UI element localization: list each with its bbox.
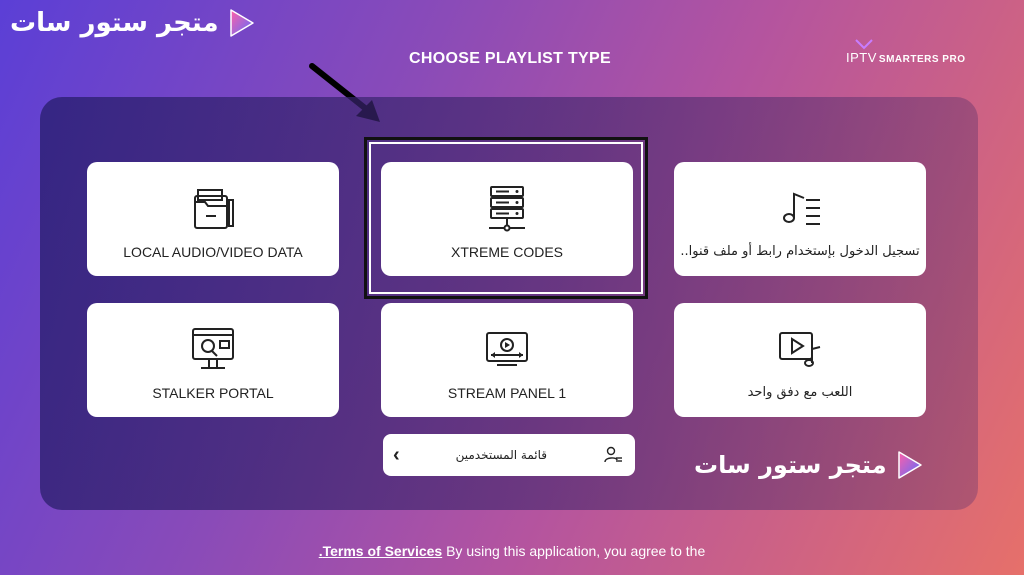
card-single-stream[interactable]: اللعب مع دفق واحد	[674, 303, 926, 417]
card-label: تسجيل الدخول بإستخدام رابط أو ملف قنوا..	[680, 244, 920, 259]
footer-agreement: By using this application, you agree to …	[446, 543, 706, 559]
footer-text: .Terms of Services By using this applica…	[0, 543, 1024, 559]
tv-play-icon	[486, 332, 528, 366]
user-list-icon	[604, 446, 622, 463]
card-login-url-file[interactable]: تسجيل الدخول بإستخدام رابط أو ملف قنوا..	[674, 162, 926, 276]
card-stalker-portal[interactable]: STALKER PORTAL	[87, 303, 339, 417]
chevron-left-icon: ‹	[393, 443, 400, 466]
users-list-button[interactable]: ‹ قائمة المستخدمين	[383, 434, 635, 476]
card-xtreme-codes[interactable]: XTREME CODES	[381, 162, 633, 276]
folder-icon	[194, 189, 234, 229]
server-icon	[489, 186, 525, 232]
video-music-icon	[779, 332, 821, 367]
brand-logo: متجر ستور سات	[10, 8, 255, 38]
card-label: STREAM PANEL 1	[447, 385, 567, 401]
users-list-label: قائمة المستخدمين	[455, 448, 548, 462]
terms-link[interactable]: .Terms of Services	[319, 543, 442, 559]
card-label: STALKER PORTAL	[152, 385, 274, 401]
iptv-smarters-logo: IPTV SMARTERS PRO	[846, 39, 966, 74]
card-local-audio-video[interactable]: LOCAL AUDIO/VIDEO DATA	[87, 162, 339, 276]
brand-text: متجر ستور سات	[10, 8, 219, 38]
iptv-logo-text: IPTV SMARTERS PRO	[846, 50, 966, 65]
play-logo-icon	[897, 451, 922, 479]
play-logo-icon	[229, 9, 254, 37]
brand-text: متجر ستور سات	[694, 451, 887, 479]
brand-logo-bottom: متجر ستور سات	[694, 450, 923, 480]
card-label: اللعب مع دفق واحد	[747, 385, 853, 400]
card-label: LOCAL AUDIO/VIDEO DATA	[123, 244, 303, 260]
card-stream-panel[interactable]: STREAM PANEL 1	[381, 303, 633, 417]
music-list-icon	[783, 192, 820, 225]
card-label: XTREME CODES	[450, 244, 563, 260]
monitor-search-icon	[192, 328, 234, 369]
